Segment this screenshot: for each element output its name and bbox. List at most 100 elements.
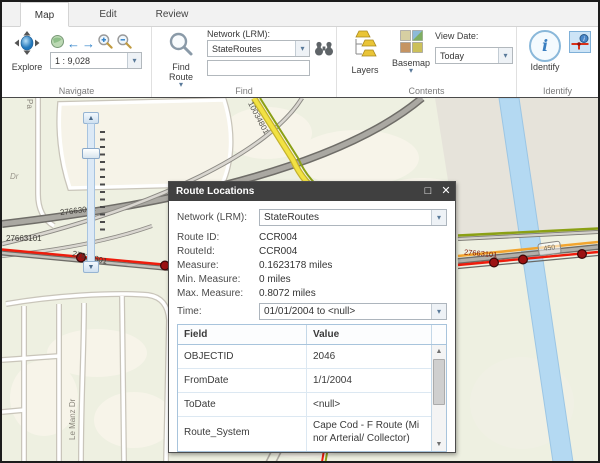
- route-id-row: Route ID: CCR004: [177, 230, 447, 244]
- slider-thumb[interactable]: [82, 148, 100, 159]
- dialog-title: Route Locations: [176, 186, 255, 197]
- group-identify: i Identify i Identify: [517, 27, 598, 97]
- view-date-label: View Date:: [435, 31, 479, 41]
- route-id-value: CCR004: [259, 231, 298, 243]
- explore-icon: [14, 31, 40, 61]
- view-date-combobox[interactable]: Today ▾: [435, 47, 513, 64]
- slider-down-button[interactable]: ▼: [83, 261, 99, 273]
- network-lrm-value: StateRoutes: [212, 43, 262, 54]
- full-extent-globe-icon[interactable]: [50, 34, 65, 54]
- identify-label: Identify: [530, 62, 560, 72]
- ribbon-tabstrip: Map Edit Review: [2, 2, 598, 27]
- cell-objectid: OBJECTID: [178, 345, 307, 368]
- min-measure-row: Min. Measure: 0 miles: [177, 272, 447, 286]
- time-dropdown-value: 01/01/2004 to <null>: [264, 306, 356, 317]
- cell-route-system-value: Cape Cod - F Route (Mi nor Arterial/ Col…: [313, 420, 420, 444]
- route-location-info-icon: i: [570, 34, 590, 56]
- table-header: Field Value: [178, 325, 446, 345]
- close-icon[interactable]: ✕: [437, 182, 455, 201]
- tab-review[interactable]: Review: [142, 2, 202, 27]
- tab-edit[interactable]: Edit: [82, 2, 134, 27]
- measure-row: Measure: 0.1623178 miles: [177, 258, 447, 272]
- group-contents: Layers Basemap ▾ View Date: Today ▾ Cont…: [337, 27, 517, 97]
- map-scale-dropdown-arrow[interactable]: ▾: [127, 53, 141, 68]
- view-date-dropdown-arrow[interactable]: ▾: [498, 48, 512, 63]
- table-row: Route_System Cape Cod - F Route (Mi nor …: [178, 417, 446, 451]
- table-row: ToDate <null>: [178, 393, 446, 417]
- navigate-group-label: Navigate: [58, 86, 95, 96]
- scrollbar-up-icon[interactable]: ▲: [432, 345, 446, 358]
- previous-extent-icon[interactable]: ←: [67, 37, 80, 51]
- time-dropdown-arrow[interactable]: ▾: [431, 304, 446, 319]
- table-row: OBJECTID 2046: [178, 345, 446, 369]
- routeid-value: CCR004: [259, 245, 298, 257]
- network-lrm-dropdown-arrow[interactable]: ▾: [295, 41, 309, 56]
- network-dropdown[interactable]: StateRoutes ▾: [259, 209, 447, 226]
- time-dropdown[interactable]: 01/01/2004 to <null> ▾: [259, 303, 447, 320]
- layers-label: Layers: [351, 65, 379, 75]
- slider-track[interactable]: [87, 123, 95, 263]
- time-row: Time: 01/01/2004 to <null> ▾: [177, 303, 447, 320]
- ribbon-body: Explore ← → 1 : 9,028 ▾ Navigate Find Ro…: [2, 27, 598, 97]
- network-dropdown-value: StateRoutes: [264, 212, 320, 223]
- view-date-value: Today: [440, 50, 465, 61]
- slider-tick-marks: [100, 131, 105, 233]
- max-measure-value: 0.8072 miles: [259, 287, 316, 299]
- identify-i-icon: i: [529, 30, 561, 62]
- identify-group-label: Identify: [542, 86, 573, 96]
- scrollbar-thumb[interactable]: [433, 359, 445, 405]
- max-measure-row: Max. Measure: 0.8072 miles: [177, 286, 447, 300]
- cell-objectid-value: 2046: [313, 351, 336, 362]
- basemap-dropdown-caret[interactable]: ▾: [389, 67, 433, 75]
- max-measure-label: Max. Measure:: [177, 287, 244, 299]
- min-measure-value: 0 miles: [259, 273, 291, 285]
- tab-map[interactable]: Map: [20, 2, 69, 27]
- identify-route-locations-tool[interactable]: i: [569, 31, 591, 53]
- scrollbar-down-icon[interactable]: ▼: [432, 438, 446, 451]
- find-route-button[interactable]: Find Route ▾: [162, 31, 200, 89]
- time-field-label: Time:: [177, 306, 202, 317]
- basemap-button[interactable]: Basemap ▾: [389, 30, 433, 75]
- next-extent-icon[interactable]: →: [82, 37, 95, 51]
- cell-fromdate-value: 1/1/2004: [313, 375, 352, 386]
- map-zoom-slider[interactable]: ▲ ▼: [82, 112, 105, 274]
- explore-button[interactable]: Explore: [6, 31, 48, 72]
- header-scrollbar-spacer: [431, 325, 446, 344]
- find-route-label-line1: Find: [172, 62, 190, 72]
- table-scrollbar[interactable]: ▲ ▼: [431, 345, 446, 451]
- attributes-table: Field Value OBJECTID 2046 FromDate 1/1/2…: [177, 324, 447, 452]
- dialog-titlebar[interactable]: Route Locations □ ✕: [169, 182, 455, 201]
- find-route-magnifier-icon: [168, 32, 194, 61]
- cell-todate-value: <null>: [313, 399, 341, 410]
- right-road-bundle: [457, 227, 598, 270]
- network-lrm-label: Network (LRM):: [207, 29, 271, 39]
- table-row: FromDate 1/1/2004: [178, 369, 446, 393]
- field-column-header: Field: [178, 325, 307, 344]
- cell-todate: ToDate: [178, 393, 307, 416]
- network-lrm-combobox[interactable]: StateRoutes ▾: [207, 40, 310, 57]
- identify-button[interactable]: i Identify: [525, 30, 565, 72]
- map-scale-combobox[interactable]: 1 : 9,028 ▾: [50, 52, 142, 69]
- explore-label: Explore: [11, 62, 43, 72]
- contents-group-label: Contents: [408, 86, 445, 96]
- network-row: Network (LRM): StateRoutes ▾: [177, 209, 447, 226]
- basemap-grid-icon: [399, 30, 423, 57]
- cell-route-system: Route_System: [178, 417, 307, 451]
- find-route-value-input[interactable]: [207, 60, 310, 76]
- network-field-label: Network (LRM):: [177, 212, 248, 223]
- value-column-header: Value: [313, 329, 340, 340]
- binoculars-icon[interactable]: [314, 40, 334, 62]
- find-group-label: Find: [235, 86, 253, 96]
- app-window: Map Edit Review Explore ← → 1: 9,028 ▾ …: [0, 0, 600, 463]
- network-dropdown-arrow[interactable]: ▾: [431, 210, 446, 225]
- cell-fromdate: FromDate: [178, 369, 307, 392]
- min-measure-label: Min. Measure:: [177, 273, 241, 285]
- layers-tree-icon: [352, 30, 378, 64]
- routeid-label: RouteId:: [177, 245, 215, 257]
- group-find: Find Route ▾ Network (LRM): StateRoutes …: [152, 27, 337, 97]
- routeid-row: RouteId: CCR004: [177, 244, 447, 258]
- maximize-icon[interactable]: □: [419, 182, 437, 201]
- route-locations-dialog: Route Locations □ ✕ Network (LRM): State…: [168, 181, 456, 453]
- layers-button[interactable]: Layers: [345, 30, 385, 75]
- group-navigate: Explore ← → 1 : 9,028 ▾ Navigate: [2, 27, 152, 97]
